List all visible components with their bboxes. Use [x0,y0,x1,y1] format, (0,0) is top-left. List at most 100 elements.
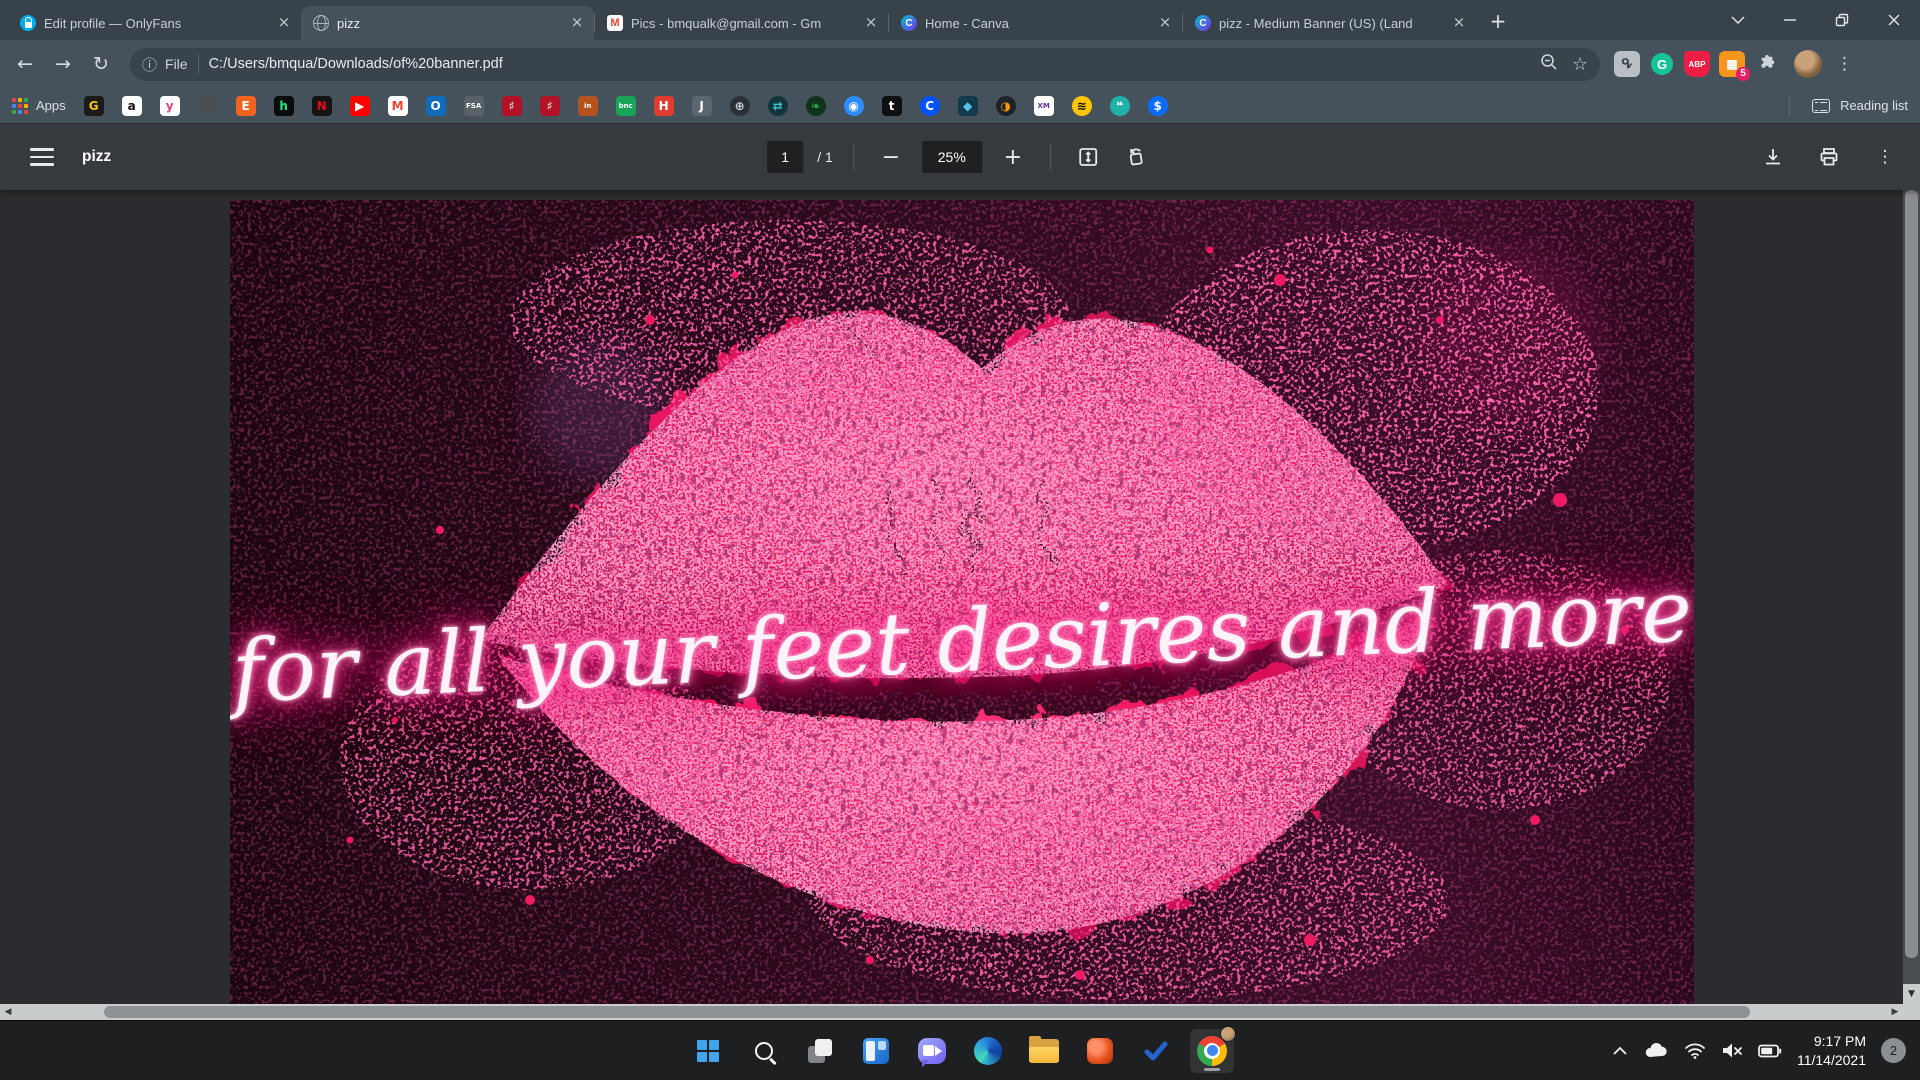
forward-icon[interactable]: → [46,47,80,81]
chrome-button[interactable] [1190,1029,1234,1073]
bookmark-coinbase[interactable]: C [920,96,940,116]
page-number-input[interactable]: 1 [767,141,803,173]
tray-chevron-up-icon[interactable] [1612,1046,1628,1056]
tab-gmail[interactable]: M Pics - bmqualk@gmail.com - Gm × [595,6,888,40]
bookmark-chat-teal[interactable]: ❝ [1110,96,1130,116]
notification-badge[interactable]: 2 [1881,1038,1906,1063]
bookmark-youtube[interactable]: ▶ [350,96,370,116]
tab-close-icon[interactable]: × [1156,14,1174,32]
bookmark-etsy[interactable]: E [236,96,256,116]
bookmark-leaf[interactable]: ❧ [806,96,826,116]
tab-close-icon[interactable]: × [275,14,293,32]
minimize-icon[interactable] [1764,0,1816,40]
rotate-icon[interactable] [1119,140,1153,174]
bookmark-wings[interactable]: y [160,96,180,116]
zoom-out-icon[interactable]: − [874,140,908,174]
bookmark-star-icon[interactable]: ☆ [1572,54,1588,75]
onedrive-cloud-icon[interactable] [1643,1042,1669,1060]
bookmark-netflix[interactable]: N [312,96,332,116]
reading-list-button[interactable]: Reading list [1789,96,1908,116]
bookmark-fsa[interactable]: FSA [464,96,484,116]
volume-muted-icon[interactable] [1721,1042,1743,1059]
tab-title: pizz [337,16,560,31]
scroll-down-arrow-icon[interactable]: ▼ [1903,984,1920,1004]
file-explorer-button[interactable] [1022,1029,1066,1073]
bookmark-hulu[interactable]: h [274,96,294,116]
widgets-button[interactable] [854,1029,898,1073]
tab-close-icon[interactable]: × [1450,14,1468,32]
tab-search-chevron-icon[interactable] [1712,0,1764,40]
edge-button[interactable] [966,1029,1010,1073]
bitmoji-extension-icon[interactable]: ᕴ [1614,51,1640,77]
bookmark-red-mark-2[interactable]: ♯ [540,96,560,116]
horizontal-scrollbar-thumb[interactable] [104,1006,1750,1018]
browser-menu-icon[interactable]: ⋮ [1836,54,1853,74]
new-tab-button[interactable]: + [1484,7,1512,35]
bookmark-h-red[interactable]: H [654,96,674,116]
bookmark-arrows[interactable]: ⇄ [768,96,788,116]
bookmark-xm[interactable]: XM [1034,96,1054,116]
todo-button[interactable] [1134,1029,1178,1073]
bookmarks-separator [1789,96,1790,116]
bookmark-in[interactable]: in [578,96,598,116]
bookmark-j-slate[interactable]: J [692,96,712,116]
bookmark-outlook[interactable]: O [426,96,446,116]
chat-button[interactable] [910,1029,954,1073]
bookmark-amazon[interactable]: a [122,96,142,116]
tab-close-icon[interactable]: × [568,14,586,32]
tab-canva-home[interactable]: C Home - Canva × [889,6,1182,40]
apps-grid-icon[interactable] [12,98,28,114]
tab-canva-banner[interactable]: C pizz - Medium Banner (US) (Land × [1183,6,1476,40]
grammarly-extension-icon[interactable]: G [1649,51,1675,77]
bookmark-gem[interactable]: ◆ [958,96,978,116]
bookmark-g-gold[interactable]: G [84,96,104,116]
fit-to-page-icon[interactable] [1071,140,1105,174]
bookmark-half-circle[interactable]: ◑ [996,96,1016,116]
page-info-icon[interactable]: ⓘ [142,54,157,75]
download-icon[interactable] [1756,140,1790,174]
bookmark-cash[interactable]: $ [1148,96,1168,116]
canva-icon: C [1195,15,1211,31]
apps-label[interactable]: Apps [36,98,66,113]
taskbar-search-button[interactable] [742,1029,786,1073]
battery-icon[interactable] [1758,1044,1782,1058]
close-window-icon[interactable] [1868,0,1920,40]
start-button[interactable] [686,1029,730,1073]
adblock-extension-icon[interactable]: ABP [1684,51,1710,77]
bookmark-globe[interactable]: ⊕ [730,96,750,116]
honey-extension-icon[interactable]: ▦ 5 [1719,51,1745,77]
zoom-in-icon[interactable]: + [996,140,1030,174]
back-icon[interactable]: ← [8,47,42,81]
bookmark-bnc[interactable]: bnc [616,96,636,116]
bookmark-creature[interactable] [198,96,218,116]
vertical-scrollbar-thumb[interactable] [1905,190,1918,958]
pdf-menu-icon[interactable] [30,148,54,166]
zoom-out-page-icon[interactable] [1540,53,1558,76]
tab-close-icon[interactable]: × [862,14,880,32]
office-button[interactable] [1078,1029,1122,1073]
wifi-icon[interactable] [1684,1042,1706,1059]
tab-pizz-pdf[interactable]: pizz × [301,6,594,40]
restore-icon[interactable] [1816,0,1868,40]
address-bar[interactable]: ⓘ File C:/Users/bmqua/Downloads/of%20ban… [130,48,1600,81]
zoom-level-value[interactable]: 25% [922,141,982,173]
vertical-scrollbar[interactable]: ▼ [1903,190,1920,1004]
bookmark-red-mark-1[interactable]: ♯ [502,96,522,116]
reload-icon[interactable]: ↻ [84,47,118,81]
taskbar-clock[interactable]: 9:17 PM 11/14/2021 [1797,1032,1866,1070]
task-view-button[interactable] [798,1029,842,1073]
bookmark-gmail[interactable]: M [388,96,408,116]
chrome-profile-avatar [1220,1026,1236,1042]
print-icon[interactable] [1812,140,1846,174]
scroll-left-arrow-icon[interactable]: ◀ [0,1004,16,1020]
bookmark-t-dark[interactable]: t [882,96,902,116]
profile-avatar[interactable] [1794,50,1822,78]
scroll-right-arrow-icon[interactable]: ▶ [1887,1004,1903,1020]
tab-onlyfans[interactable]: Edit profile — OnlyFans × [8,6,301,40]
bookmark-bee[interactable]: ≋ [1072,96,1092,116]
horizontal-scrollbar[interactable]: ◀ ▶ [0,1004,1903,1020]
pdf-more-options-icon[interactable]: ⋮ [1868,140,1902,174]
extensions-puzzle-icon[interactable] [1754,51,1780,77]
toolbar-separator [1050,144,1051,170]
bookmark-camera-blue[interactable]: ◉ [844,96,864,116]
